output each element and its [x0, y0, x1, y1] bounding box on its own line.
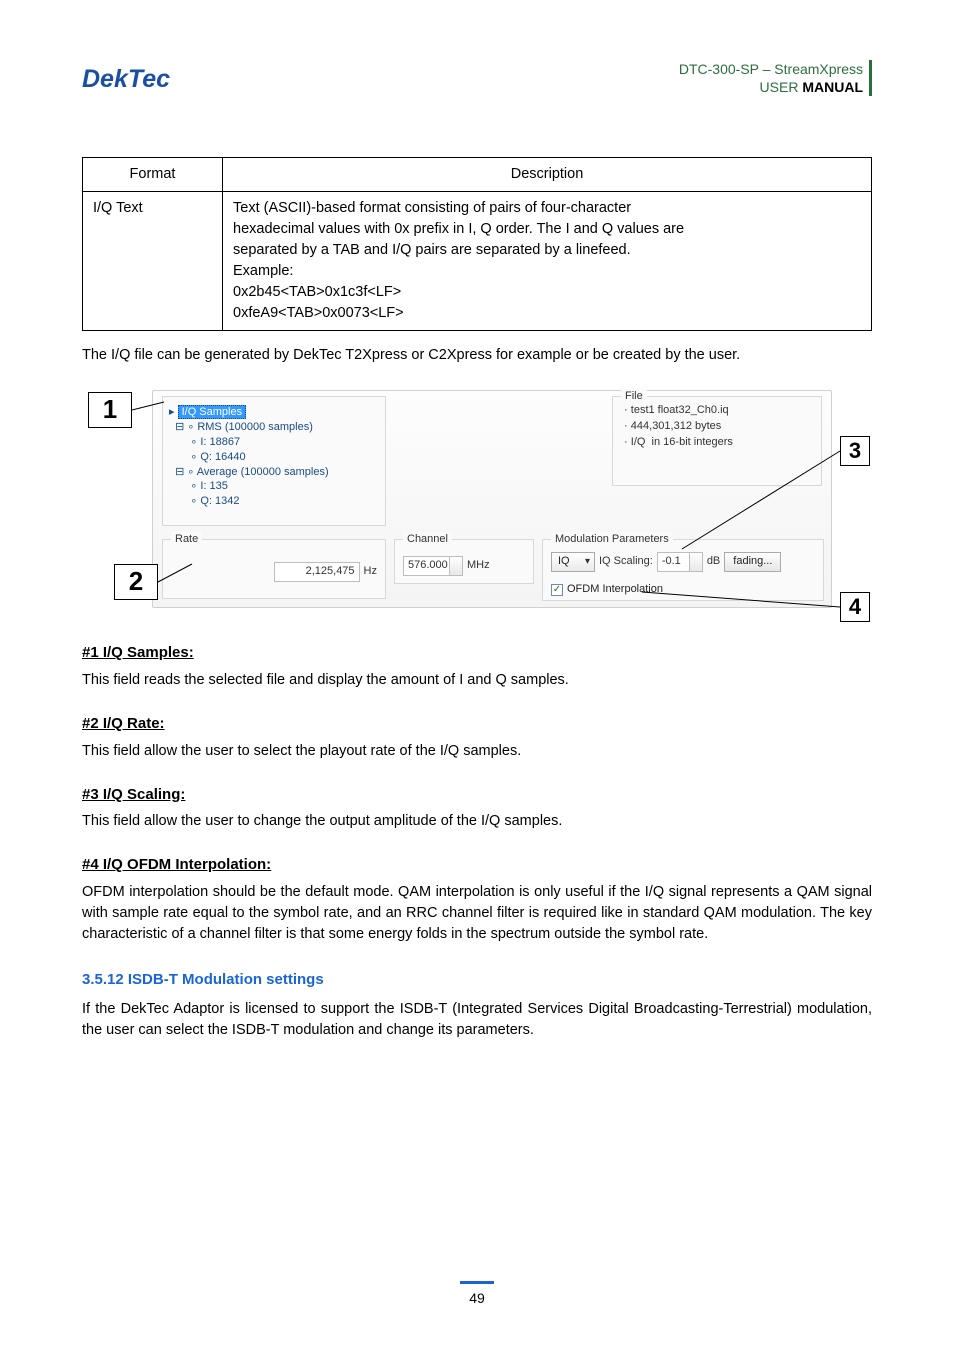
paragraph: If the DekTec Adaptor is licensed to sup…	[82, 999, 872, 1041]
ofdm-interpolation-checkbox[interactable]: ✓ OFDM Interpolation	[551, 582, 663, 598]
group-mod-params: Modulation Parameters IQ IQ Scaling: -0.…	[542, 539, 824, 601]
paragraph: This field reads the selected file and d…	[82, 670, 872, 691]
samples-tree: ▸ I/Q Samples ⊟ ∘ RMS (100000 samples) ∘…	[163, 397, 385, 515]
footer-bar-icon	[460, 1281, 494, 1284]
channel-unit: MHz	[467, 558, 490, 574]
rate-unit: Hz	[364, 564, 377, 580]
heading-iq-ofdm: #4 I/Q OFDM Interpolation:	[82, 854, 872, 876]
cell-description: Text (ASCII)-based format consisting of …	[223, 192, 872, 331]
group-title-file: File	[621, 389, 647, 405]
tree-bullet-icon: ▸	[169, 406, 178, 418]
file-tree: · test1 float32_Ch0.iq · 444,301,312 byt…	[613, 397, 821, 457]
th-format: Format	[83, 158, 223, 192]
check-icon: ✓	[551, 584, 563, 596]
heading-iq-scaling: #3 I/Q Scaling:	[82, 784, 872, 806]
tree-root: I/Q Samples	[178, 405, 247, 419]
paragraph: This field allow the user to select the …	[82, 741, 872, 762]
logo: DekTec	[82, 60, 232, 107]
group-rate: Rate 2,125,475 Hz	[162, 539, 386, 599]
page-number: 49	[0, 1288, 954, 1308]
group-title-rate: Rate	[171, 532, 202, 548]
callout-3: 3	[840, 436, 870, 466]
group-title-modparams: Modulation Parameters	[551, 532, 673, 548]
group-title-channel: Channel	[403, 532, 452, 548]
th-description: Description	[223, 158, 872, 192]
table-row: I/Q Text Text (ASCII)-based format consi…	[83, 192, 872, 331]
format-table: Format Description I/Q Text Text (ASCII)…	[82, 157, 872, 331]
paragraph: The I/Q file can be generated by DekTec …	[82, 345, 872, 366]
channel-spinner[interactable]: 576.000	[403, 556, 463, 576]
iq-scaling-unit: dB	[707, 554, 720, 570]
rate-input[interactable]: 2,125,475	[274, 562, 360, 582]
fading-button[interactable]: fading...	[724, 552, 781, 572]
product-name: DTC-300-SP – StreamXpress	[679, 60, 863, 78]
doc-type: USER MANUAL	[679, 78, 863, 96]
callout-1: 1	[88, 392, 132, 428]
cell-format: I/Q Text	[83, 192, 223, 331]
table-row: Format Description	[83, 158, 872, 192]
iq-scaling-spinner[interactable]: -0.1	[657, 552, 703, 572]
paragraph: This field allow the user to change the …	[82, 811, 872, 832]
heading-iq-rate: #2 I/Q Rate:	[82, 713, 872, 735]
paragraph: OFDM interpolation should be the default…	[82, 882, 872, 945]
group-iq-samples: ▸ I/Q Samples ⊟ ∘ RMS (100000 samples) ∘…	[162, 396, 386, 526]
callout-2: 2	[114, 564, 158, 600]
header-meta: DTC-300-SP – StreamXpress USER MANUAL	[679, 60, 872, 96]
group-file: File · test1 float32_Ch0.iq · 444,301,31…	[612, 396, 822, 486]
svg-text:DekTec: DekTec	[82, 65, 170, 93]
iq-settings-screenshot: ▸ I/Q Samples ⊟ ∘ RMS (100000 samples) ∘…	[82, 384, 872, 614]
section-heading-isdbt: 3.5.12 ISDB-T Modulation settings	[82, 969, 872, 991]
iq-combo[interactable]: IQ	[551, 552, 595, 572]
dektec-logo-icon: DekTec	[82, 60, 232, 100]
page-footer: 49	[0, 1281, 954, 1308]
page-header: DekTec DTC-300-SP – StreamXpress USER MA…	[82, 60, 872, 107]
group-channel: Channel 576.000 MHz	[394, 539, 534, 584]
heading-iq-samples: #1 I/Q Samples:	[82, 642, 872, 664]
iq-scaling-label: IQ Scaling:	[599, 554, 653, 570]
callout-4: 4	[840, 592, 870, 622]
